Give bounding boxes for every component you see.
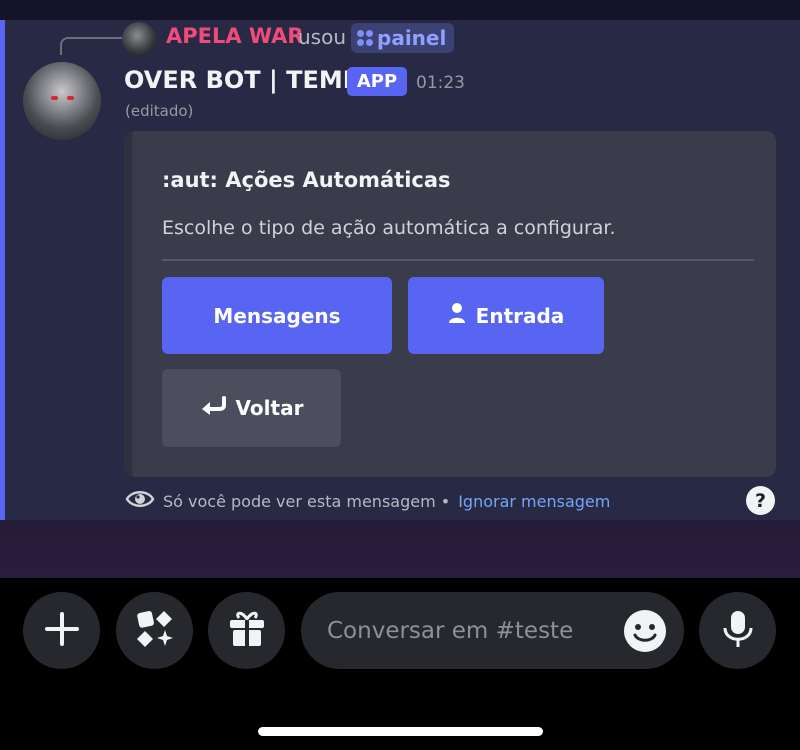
gift-icon (227, 609, 267, 653)
gift-button[interactable] (208, 592, 285, 669)
embed-divider (162, 259, 754, 261)
ephemeral-notice: Só você pode ver esta mensagem • Ignorar… (125, 487, 610, 515)
edited-label: (editado) (125, 102, 194, 120)
command-pill[interactable]: painel (351, 23, 455, 53)
slash-command-icon (357, 30, 373, 46)
home-indicator[interactable] (258, 727, 543, 736)
mensagens-label: Mensagens (213, 303, 341, 328)
user-icon (448, 302, 466, 329)
microphone-icon (720, 609, 756, 653)
ephemeral-text: Só você pode ver esta mensagem • (163, 491, 451, 511)
entrada-button[interactable]: Entrada (408, 277, 604, 354)
embed-title: :aut: Ações Automáticas (162, 168, 451, 192)
command-name: painel (377, 26, 447, 50)
message-input-placeholder: Conversar em #teste (327, 617, 574, 644)
reply-action-text: usou (298, 25, 347, 49)
message-timestamp: 01:23 (416, 73, 465, 93)
voice-message-button[interactable] (699, 592, 776, 669)
reply-connector (60, 37, 122, 55)
top-strip (0, 0, 800, 20)
apps-icon (134, 608, 176, 654)
entrada-label: Entrada (475, 303, 565, 328)
app-badge: APP (347, 67, 407, 96)
smiley-icon (624, 624, 666, 656)
emoji-button[interactable] (624, 610, 666, 652)
plus-icon (42, 609, 82, 653)
help-icon[interactable]: ? (746, 486, 775, 515)
return-arrow-icon (200, 395, 226, 421)
reply-avatar[interactable] (122, 22, 156, 56)
bot-name[interactable]: OVER BOT | TEMP (124, 66, 360, 94)
embed-description: Escolhe o tipo de ação automática a conf… (162, 217, 616, 239)
embed-card: :aut: Ações Automáticas Escolhe o tipo d… (124, 131, 776, 477)
dismiss-message-link[interactable]: Ignorar mensagem (458, 492, 610, 511)
voltar-button[interactable]: Voltar (162, 369, 341, 447)
bot-avatar[interactable] (23, 62, 101, 140)
apps-button[interactable] (116, 592, 193, 669)
eye-icon (125, 487, 155, 515)
mensagens-button[interactable]: Mensagens (162, 277, 392, 354)
add-attachment-button[interactable] (23, 592, 100, 669)
voltar-label: Voltar (235, 396, 304, 420)
reply-username[interactable]: APELA WAR (166, 24, 304, 48)
